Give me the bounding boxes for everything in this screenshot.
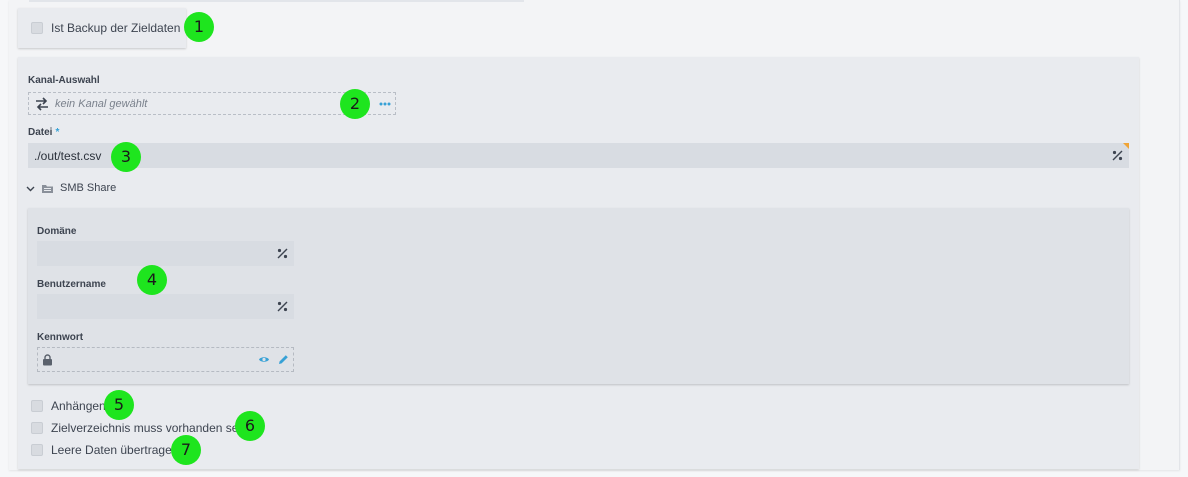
- smb-section-toggle[interactable]: SMB Share: [26, 182, 116, 194]
- target-dir-checkbox-label: Zielverzeichnis muss vorhanden sein: [51, 421, 248, 435]
- smb-section-title: SMB Share: [60, 182, 117, 194]
- backup-checkbox-label: Ist Backup der Zieldaten: [51, 21, 181, 35]
- option-checkbox-row-target-dir[interactable]: Zielverzeichnis muss vorhanden sein: [31, 421, 248, 435]
- percent-icon[interactable]: [277, 248, 288, 259]
- file-label: Datei *: [28, 127, 60, 138]
- empty-data-checkbox[interactable]: [31, 444, 43, 456]
- append-checkbox-label: Anhängen: [51, 399, 106, 413]
- option-checkbox-row-empty-data[interactable]: Leere Daten übertragen: [31, 443, 178, 457]
- file-input[interactable]: ./out/test.csv: [28, 143, 1129, 168]
- main-panel: Kanal-Auswahl kein Kanal gewählt Datei * …: [18, 57, 1139, 469]
- annotation-marker: 5: [104, 390, 134, 420]
- username-label: Benutzername: [37, 279, 106, 290]
- backup-checkbox-row[interactable]: Ist Backup der Zieldaten: [31, 21, 180, 35]
- username-input[interactable]: [37, 294, 294, 319]
- empty-data-checkbox-label: Leere Daten übertragen: [51, 443, 179, 457]
- channel-placeholder: kein Kanal gewählt: [55, 97, 148, 110]
- target-dir-checkbox[interactable]: [31, 422, 43, 434]
- password-label: Kennwort: [37, 332, 84, 343]
- channel-label: Kanal-Auswahl: [28, 75, 100, 86]
- password-input[interactable]: [37, 347, 294, 372]
- annotation-marker: 7: [171, 435, 201, 465]
- pencil-icon[interactable]: [278, 354, 289, 365]
- swap-arrows-icon: [36, 96, 48, 111]
- percent-icon[interactable]: [1112, 150, 1123, 161]
- annotation-marker: 2: [340, 89, 370, 119]
- modified-corner-marker: [1123, 143, 1129, 149]
- eye-icon[interactable]: [258, 355, 270, 364]
- option-checkbox-row-append[interactable]: Anhängen: [31, 399, 106, 413]
- tab-underline: [29, 0, 524, 2]
- backup-checkbox[interactable]: [31, 22, 43, 34]
- chevron-down-icon: [26, 186, 35, 191]
- more-icon[interactable]: [379, 98, 391, 110]
- annotation-marker: 1: [184, 12, 214, 42]
- domain-input[interactable]: [37, 241, 294, 266]
- required-mark: *: [55, 127, 60, 138]
- lock-icon: [43, 354, 52, 366]
- annotation-marker: 3: [111, 142, 141, 172]
- smb-panel: Domäne Benutzername Kennwort: [28, 208, 1129, 384]
- folder-share-icon: [42, 184, 53, 193]
- annotation-marker: 6: [235, 411, 265, 441]
- append-checkbox[interactable]: [31, 400, 43, 412]
- percent-icon[interactable]: [277, 301, 288, 312]
- annotation-marker: 4: [137, 265, 167, 295]
- backup-card: Ist Backup der Zieldaten: [18, 8, 186, 48]
- file-value: ./out/test.csv: [34, 148, 102, 163]
- domain-label: Domäne: [37, 226, 77, 237]
